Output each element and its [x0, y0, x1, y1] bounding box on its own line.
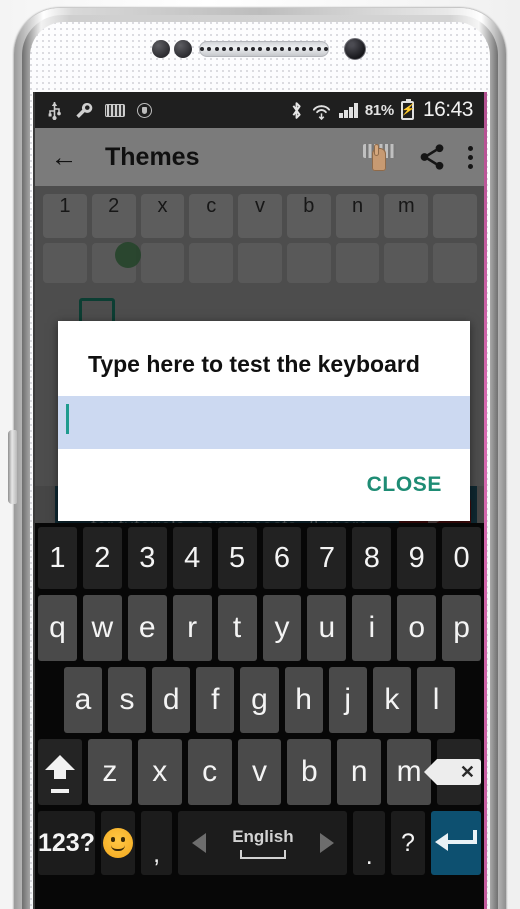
keyboard-row-top: q w e r t y u i o p	[38, 595, 482, 661]
row-spacer-left	[38, 667, 58, 733]
backspace-key[interactable]: ✕	[424, 739, 481, 805]
symbols-key[interactable]: 123?	[38, 811, 95, 875]
battery-percent: 81%	[364, 101, 394, 119]
wifi-icon	[313, 104, 331, 120]
key-3[interactable]: 3	[127, 527, 167, 589]
keyboard-hand-icon[interactable]	[363, 142, 397, 172]
key-1[interactable]: 1	[38, 527, 77, 589]
key-0[interactable]: 0	[442, 527, 482, 589]
enter-key[interactable]	[430, 811, 481, 875]
phone-screen: 81% ⚡ 16:43 ← Themes 1 2 x c v b n m Typ…	[33, 92, 487, 909]
key-t[interactable]: t	[217, 595, 257, 661]
test-keyboard-dialog: Type here to test the keyboard CLOSE	[58, 321, 470, 521]
screen-edge-right	[484, 92, 487, 909]
shift-key[interactable]	[38, 739, 82, 805]
back-arrow-icon[interactable]: ←	[47, 142, 81, 173]
space-key[interactable]: English	[178, 811, 348, 875]
page-title: Themes	[105, 142, 200, 171]
dialog-actions: CLOSE	[58, 449, 470, 521]
key-y[interactable]: y	[262, 595, 302, 661]
key-c[interactable]: c	[187, 739, 232, 805]
arrow-right-icon[interactable]	[320, 833, 335, 853]
keyboard-row-function: 123? , English . ?	[38, 811, 481, 875]
emoji-smiley-icon	[102, 828, 133, 858]
key-w[interactable]: w	[82, 595, 122, 661]
key-5[interactable]: 5	[217, 527, 257, 589]
wrench-icon	[76, 102, 93, 118]
row-spacer-right	[461, 667, 481, 733]
phone-device: 81% ⚡ 16:43 ← Themes 1 2 x c v b n m Typ…	[0, 0, 520, 909]
key-8[interactable]: 8	[352, 527, 392, 589]
text-caret	[66, 404, 69, 434]
key-7[interactable]: 7	[307, 527, 347, 589]
battery-charging-icon: ⚡	[401, 98, 414, 120]
keyboard-row-numbers: 1 2 3 4 5 6 7 8 9 0	[38, 527, 482, 589]
shield-icon	[137, 102, 152, 118]
key-f[interactable]: f	[196, 667, 235, 733]
on-screen-keyboard: 1 2 3 4 5 6 7 8 9 0 q w e r t y u i o p …	[35, 523, 484, 909]
key-u[interactable]: u	[307, 595, 347, 661]
front-camera-icon	[344, 38, 366, 60]
app-bar-actions	[363, 142, 473, 172]
space-key-center: English	[232, 827, 294, 859]
screen-edge-left	[33, 92, 35, 909]
content-area: 1 2 x c v b n m Type here to test the ke…	[33, 186, 487, 909]
key-o[interactable]: o	[397, 595, 437, 661]
phone-sensor-row	[0, 36, 520, 62]
key-x[interactable]: x	[137, 739, 182, 805]
key-v[interactable]: v	[237, 739, 282, 805]
overflow-menu-icon[interactable]	[467, 145, 473, 169]
key-6[interactable]: 6	[262, 527, 302, 589]
key-b[interactable]: b	[287, 739, 332, 805]
test-keyboard-input[interactable]	[58, 396, 470, 449]
period-key[interactable]: .	[353, 811, 386, 875]
key-l[interactable]: l	[416, 667, 456, 733]
key-j[interactable]: j	[328, 667, 367, 733]
proximity-sensor-icon	[152, 40, 170, 58]
status-bar-clock: 16:43	[422, 98, 474, 121]
share-icon[interactable]	[417, 142, 447, 172]
space-bar-icon	[239, 850, 286, 859]
bluetooth-icon	[292, 101, 301, 119]
keyboard-icon	[105, 103, 125, 117]
key-h[interactable]: h	[284, 667, 323, 733]
status-bar-right-icons: 81% ⚡ 16:43	[289, 98, 479, 122]
key-q[interactable]: q	[38, 595, 77, 661]
key-e[interactable]: e	[127, 595, 167, 661]
key-9[interactable]: 9	[397, 527, 437, 589]
key-s[interactable]: s	[107, 667, 147, 733]
light-sensor-icon	[174, 40, 192, 58]
question-key[interactable]: ?	[391, 811, 425, 875]
keyboard-row-home: a s d f g h j k l	[38, 667, 481, 733]
space-language-label: English	[232, 827, 294, 846]
app-bar: ← Themes	[33, 128, 487, 186]
volume-button[interactable]	[8, 430, 17, 504]
earpiece-speaker	[199, 41, 329, 57]
key-r[interactable]: r	[172, 595, 212, 661]
signal-bars-icon	[339, 102, 358, 118]
key-2[interactable]: 2	[82, 527, 122, 589]
status-bar: 81% ⚡ 16:43	[33, 92, 487, 128]
usb-icon	[48, 102, 61, 120]
shift-icon	[44, 755, 75, 793]
dialog-title: Type here to test the keyboard	[88, 351, 420, 377]
key-p[interactable]: p	[442, 595, 482, 661]
backspace-icon: ✕	[424, 759, 481, 785]
key-i[interactable]: i	[352, 595, 392, 661]
close-button[interactable]: CLOSE	[367, 473, 442, 497]
key-4[interactable]: 4	[172, 527, 212, 589]
arrow-left-icon[interactable]	[191, 833, 206, 853]
emoji-key[interactable]	[100, 811, 135, 875]
comma-key[interactable]: ,	[140, 811, 173, 875]
key-k[interactable]: k	[372, 667, 411, 733]
keyboard-row-bottom-letters: z x c v b n m ✕	[38, 739, 481, 805]
key-g[interactable]: g	[240, 667, 279, 733]
space-key-inner: English	[178, 827, 347, 859]
key-z[interactable]: z	[87, 739, 132, 805]
enter-icon	[434, 830, 477, 856]
key-a[interactable]: a	[63, 667, 102, 733]
key-n[interactable]: n	[337, 739, 382, 805]
status-bar-left-icons	[41, 100, 152, 120]
key-d[interactable]: d	[152, 667, 191, 733]
